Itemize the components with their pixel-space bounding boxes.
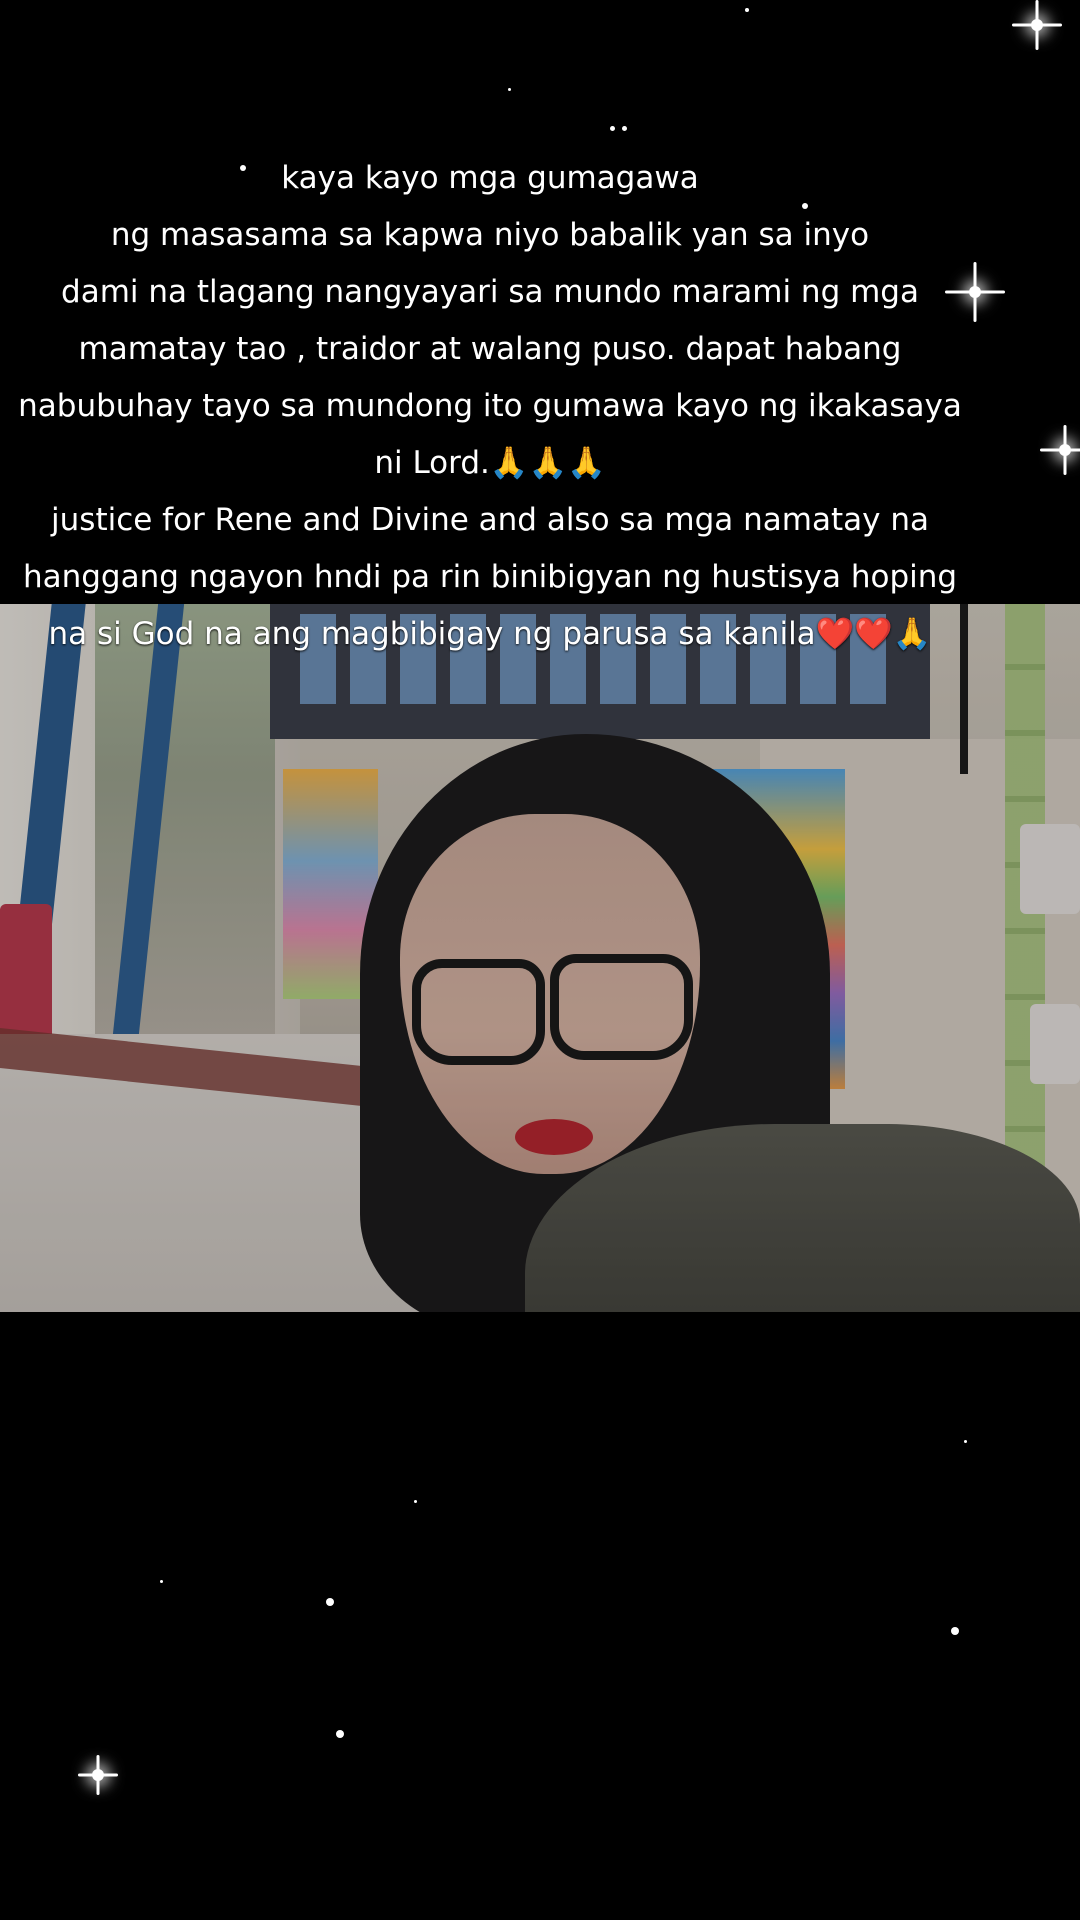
- caption-line: na si God na ang magbibigay ng parusa sa…: [48, 616, 932, 652]
- caption-text: kaya kayo mga gumagawa ng masasama sa ka…: [0, 150, 980, 663]
- star-dot: [745, 8, 749, 12]
- star-dot: [160, 1580, 163, 1583]
- caption-line: dami na tlagang nangyayari sa mundo mara…: [61, 274, 919, 310]
- caption-line: mamatay tao , traidor at walang puso. da…: [78, 331, 902, 367]
- caption-line: nabubuhay tayo sa mundong ito gumawa kay…: [18, 388, 962, 424]
- caption-line: ng masasama sa kapwa niyo babalik yan sa…: [110, 217, 870, 253]
- star-dot: [508, 88, 511, 91]
- caption-line: hanggang ngayon hndi pa rin binibigyan n…: [22, 559, 958, 595]
- star-dot: [326, 1598, 334, 1606]
- star-dot: [951, 1627, 959, 1635]
- sparkle-star-icon: [78, 1755, 118, 1795]
- selfie-photo: [0, 604, 1080, 1312]
- sparkle-star-icon: [1040, 425, 1080, 475]
- sparkle-star-icon: [1012, 0, 1062, 50]
- star-dot: [414, 1500, 417, 1503]
- video-frame: kaya kayo mga gumagawa ng masasama sa ka…: [0, 0, 1080, 1920]
- caption-line: kaya kayo mga gumagawa: [281, 160, 699, 196]
- star-dot: [622, 126, 627, 131]
- caption-line: ni Lord.🙏🙏🙏: [374, 445, 606, 481]
- caption-line: justice for Rene and Divine and also sa …: [51, 502, 929, 538]
- star-dot: [610, 126, 615, 131]
- star-dot: [336, 1730, 344, 1738]
- star-dot: [964, 1440, 967, 1443]
